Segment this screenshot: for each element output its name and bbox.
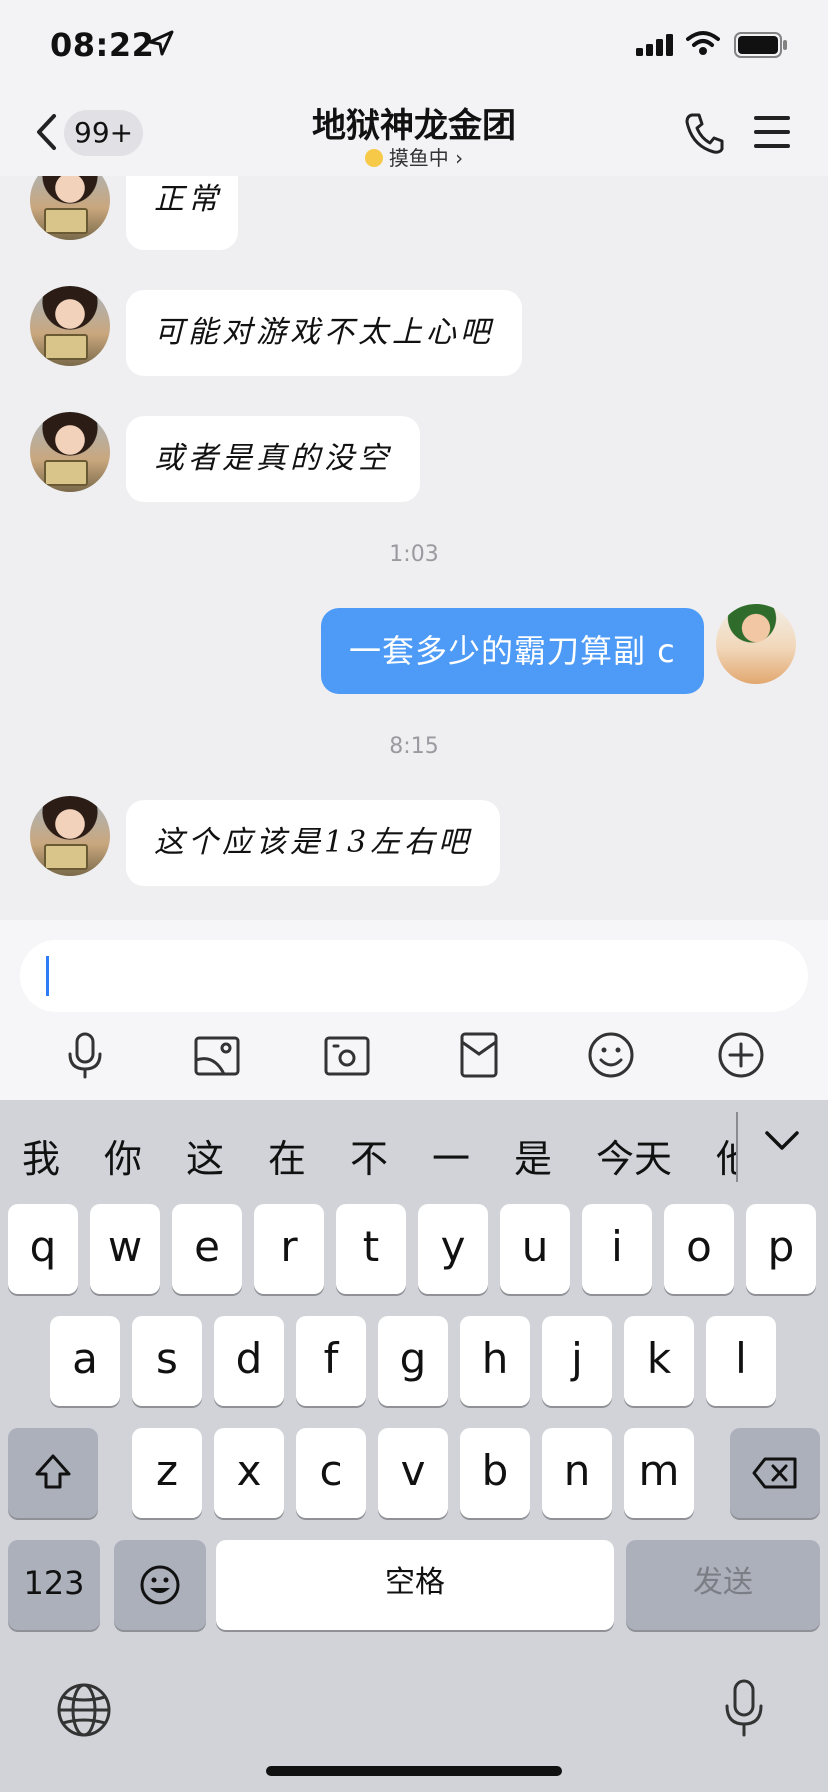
key-s[interactable]: s	[132, 1316, 202, 1406]
message-timestamp: 1:03	[389, 542, 439, 567]
key-k[interactable]: k	[624, 1316, 694, 1406]
avatar[interactable]	[30, 176, 110, 240]
home-indicator[interactable]	[266, 1766, 562, 1776]
plus-icon[interactable]	[716, 1030, 766, 1080]
key-e[interactable]: e	[172, 1204, 242, 1294]
candidate-word[interactable]: 在	[268, 1128, 306, 1183]
numbers-key[interactable]: 123	[8, 1540, 100, 1630]
shift-arrow-icon	[35, 1454, 71, 1489]
shift-key[interactable]	[8, 1428, 98, 1518]
candidate-word[interactable]: 我	[22, 1128, 60, 1183]
candidate-bar: 我 你 这 在 不 一 是 今天 他	[0, 1100, 828, 1200]
text-caret	[46, 956, 49, 996]
candidate-word[interactable]: 他	[716, 1128, 736, 1183]
member-status-text: 摸鱼中 ›	[388, 146, 464, 170]
key-i[interactable]: i	[582, 1204, 652, 1294]
key-c[interactable]: c	[296, 1428, 366, 1518]
dictation-mic-icon[interactable]	[722, 1678, 766, 1738]
composer	[0, 920, 828, 1100]
key-f[interactable]: f	[296, 1316, 366, 1406]
key-h[interactable]: h	[460, 1316, 530, 1406]
candidate-word[interactable]: 不	[350, 1128, 388, 1183]
key-g[interactable]: g	[378, 1316, 448, 1406]
key-o[interactable]: o	[664, 1204, 734, 1294]
delete-key[interactable]	[730, 1428, 820, 1518]
key-q[interactable]: q	[8, 1204, 78, 1294]
status-bar: 08:22	[0, 0, 828, 90]
red-packet-icon[interactable]	[454, 1030, 504, 1080]
key-t[interactable]: t	[336, 1204, 406, 1294]
key-r[interactable]: r	[254, 1204, 324, 1294]
key-l[interactable]: l	[706, 1316, 776, 1406]
battery-icon	[734, 32, 787, 58]
key-z[interactable]: z	[132, 1428, 202, 1518]
candidate-divider	[736, 1112, 738, 1182]
status-time: 08:22	[50, 26, 155, 64]
key-n[interactable]: n	[542, 1428, 612, 1518]
message-bubble[interactable]: 可能对游戏不太上心吧	[126, 290, 522, 376]
wifi-icon	[686, 31, 720, 55]
status-emoji-icon	[364, 149, 383, 167]
emoji-icon[interactable]	[586, 1030, 636, 1080]
expand-candidates-icon[interactable]	[764, 1130, 800, 1152]
emoji-key[interactable]	[114, 1540, 206, 1630]
cellular-signal-icon	[636, 34, 673, 56]
message-bubble[interactable]: 或者是真的没空	[126, 416, 420, 502]
message-bubble[interactable]: 正常	[126, 176, 238, 250]
candidate-word[interactable]: 是	[514, 1128, 552, 1183]
phone-icon[interactable]	[684, 112, 724, 154]
chat-header: 99+ 地狱神龙金团 摸鱼中 ›	[0, 90, 828, 176]
emoji-face-icon	[140, 1565, 180, 1605]
send-key[interactable]: 发送	[626, 1540, 820, 1630]
message-input[interactable]	[20, 940, 808, 1012]
key-u[interactable]: u	[500, 1204, 570, 1294]
candidate-word[interactable]: 这	[186, 1128, 224, 1183]
keyboard: 我 你 这 在 不 一 是 今天 他 q w e r t y u i o p a…	[0, 1100, 828, 1792]
camera-icon[interactable]	[322, 1030, 372, 1080]
message-bubble-sent[interactable]: 一套多少的霸刀算副 c	[321, 608, 704, 694]
candidate-word[interactable]: 你	[104, 1128, 142, 1183]
key-a[interactable]: a	[50, 1316, 120, 1406]
voice-mic-icon[interactable]	[60, 1030, 110, 1080]
candidate-word[interactable]: 一	[432, 1128, 470, 1183]
avatar[interactable]	[30, 286, 110, 366]
key-b[interactable]: b	[460, 1428, 530, 1518]
key-j[interactable]: j	[542, 1316, 612, 1406]
key-p[interactable]: p	[746, 1204, 816, 1294]
image-icon[interactable]	[192, 1030, 242, 1080]
message-bubble[interactable]: 这个应该是13左右吧	[126, 800, 501, 886]
key-m[interactable]: m	[624, 1428, 694, 1518]
globe-icon[interactable]	[56, 1682, 112, 1738]
message-timestamp: 8:15	[389, 734, 439, 759]
avatar[interactable]	[30, 796, 110, 876]
menu-icon[interactable]	[752, 114, 792, 150]
location-arrow-icon	[148, 30, 174, 56]
key-y[interactable]: y	[418, 1204, 488, 1294]
key-d[interactable]: d	[214, 1316, 284, 1406]
message-list[interactable]: 正常 可能对游戏不太上心吧 或者是真的没空 1:03 一套多少的霸刀算副 c 8…	[0, 176, 828, 920]
key-v[interactable]: v	[378, 1428, 448, 1518]
avatar[interactable]	[30, 412, 110, 492]
key-x[interactable]: x	[214, 1428, 284, 1518]
key-w[interactable]: w	[90, 1204, 160, 1294]
my-avatar[interactable]	[716, 604, 796, 684]
candidate-word[interactable]: 今天	[596, 1128, 672, 1183]
backspace-icon	[752, 1457, 797, 1489]
space-key[interactable]: 空格	[216, 1540, 614, 1630]
